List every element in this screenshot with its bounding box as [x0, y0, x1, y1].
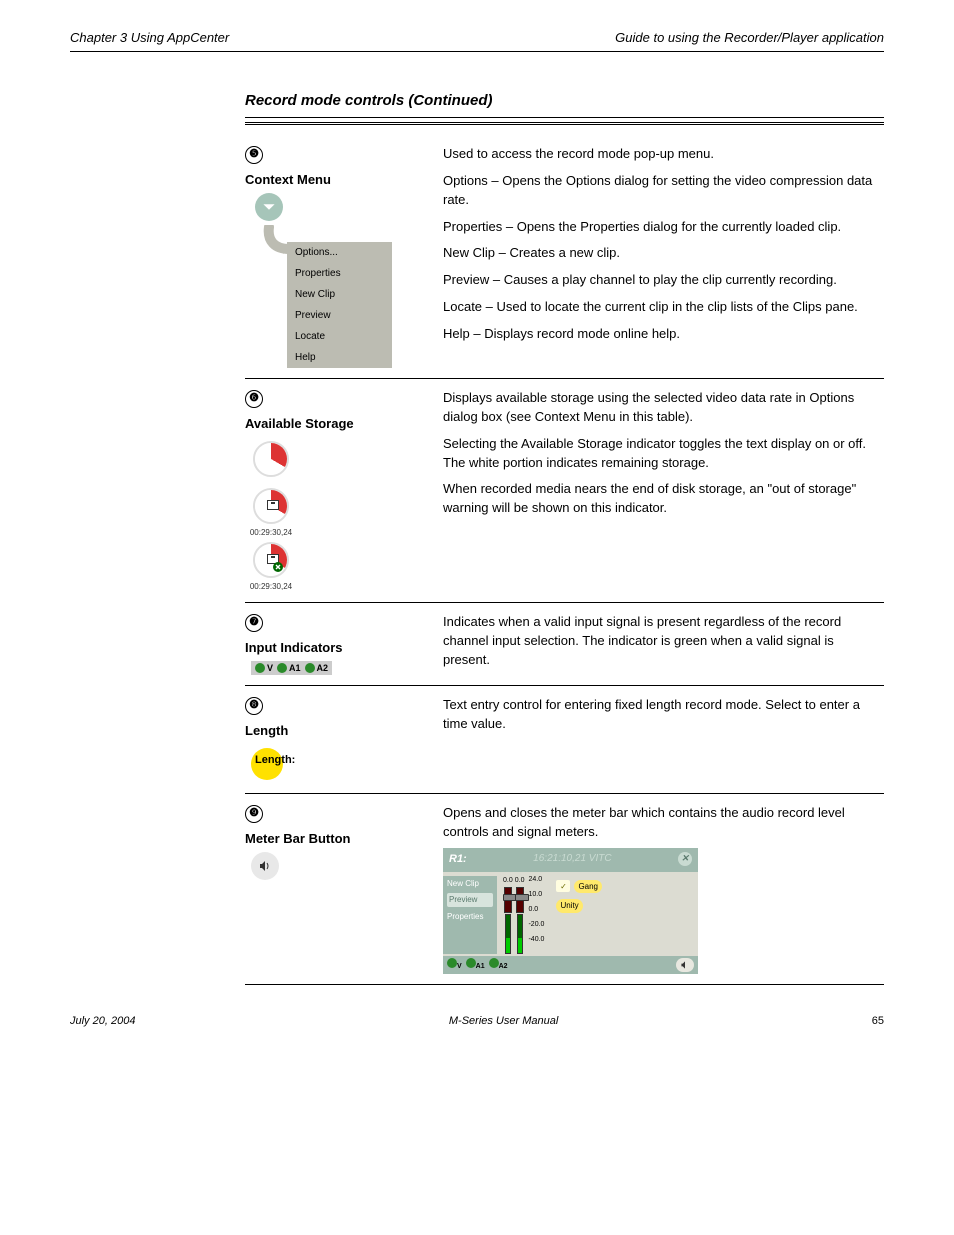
- guide-title: Guide to using the Recorder/Player appli…: [615, 30, 884, 45]
- control-name-meter-bar: Meter Bar Button: [245, 831, 425, 846]
- row-available-storage: ❻ Available Storage 00:29:30,24 00:29:30…: [245, 379, 884, 603]
- index-6: ❻: [245, 390, 263, 408]
- panel-new-clip[interactable]: New Clip: [447, 878, 493, 890]
- status-dot-icon: [305, 663, 315, 673]
- meter-value: 0.0: [503, 876, 513, 886]
- desc-text: When recorded media nears the end of dis…: [443, 480, 884, 518]
- panel-timecode: 16:21:10,21 VITC: [533, 852, 611, 868]
- status-dot-icon: [466, 958, 476, 968]
- desc-text: Properties – Opens the Properties dialog…: [443, 218, 884, 237]
- status-dot-icon: [255, 663, 265, 673]
- footer-date: July 20, 2004: [70, 1015, 135, 1027]
- row-meter-bar: ❾ Meter Bar Button Opens and closes the …: [245, 794, 884, 985]
- menu-item-preview[interactable]: Preview: [287, 305, 392, 326]
- desc-text: Text entry control for entering fixed le…: [443, 696, 884, 734]
- footer-book: M-Series User Manual: [449, 1015, 558, 1027]
- desc-text: Preview – Causes a play channel to play …: [443, 271, 884, 290]
- desc-text: Opens and closes the meter bar which con…: [443, 804, 884, 842]
- index-7: ❼: [245, 614, 263, 632]
- page-footer: July 20, 2004 M-Series User Manual 65: [70, 1015, 884, 1027]
- desc-text: Options – Opens the Options dialog for s…: [443, 172, 884, 210]
- panel-title: R1:: [449, 852, 467, 868]
- disk-icon: [267, 500, 279, 510]
- panel-close-button[interactable]: ✕: [678, 852, 692, 866]
- storage-timecode: 00:29:30,24: [245, 528, 297, 537]
- row-input-indicators: ❼ Input Indicators V A1 A2 Indicates whe…: [245, 603, 884, 686]
- meter-value: 0.0: [515, 876, 525, 886]
- footer-page: 65: [872, 1015, 884, 1027]
- foot-a1[interactable]: A1: [466, 958, 485, 972]
- meter-bar-1: [505, 914, 511, 954]
- control-name-input-indicators: Input Indicators: [245, 640, 425, 655]
- control-name-available-storage: Available Storage: [245, 416, 425, 431]
- desc-text: Locate – Used to locate the current clip…: [443, 298, 884, 317]
- gang-toggle[interactable]: ✓ Gang: [556, 880, 602, 894]
- menu-item-locate[interactable]: Locate: [287, 326, 392, 347]
- audio-meters: 0.0 0.0 24.0 10.0 0.0: [497, 876, 550, 954]
- control-name-length: Length: [245, 723, 425, 738]
- panel-speaker-button[interactable]: [676, 958, 694, 972]
- status-dot-icon: [277, 663, 287, 673]
- warning-x-icon: [273, 562, 283, 572]
- desc-text: Displays available storage using the sel…: [443, 389, 884, 427]
- arrow-icon: [255, 225, 295, 255]
- menu-item-new-clip[interactable]: New Clip: [287, 284, 392, 305]
- input-indicator-group: V A1 A2: [251, 661, 332, 675]
- desc-text: New Clip – Creates a new clip.: [443, 244, 884, 263]
- chapter-title: Chapter 3 Using AppCenter: [70, 30, 229, 45]
- foot-a2[interactable]: A2: [489, 958, 508, 972]
- fader-1[interactable]: [504, 887, 512, 913]
- section-title: Record mode controls (Continued): [245, 92, 884, 118]
- input-v[interactable]: V: [255, 663, 273, 673]
- input-a2[interactable]: A2: [305, 663, 329, 673]
- index-8: ❽: [245, 697, 263, 715]
- control-name-context-menu: Context Menu: [245, 172, 425, 187]
- length-label[interactable]: Length:: [255, 754, 295, 766]
- check-icon: ✓: [556, 880, 570, 892]
- desc-text: Help – Displays record mode online help.: [443, 325, 884, 344]
- menu-item-properties[interactable]: Properties: [287, 263, 392, 284]
- panel-preview[interactable]: Preview: [447, 893, 493, 907]
- storage-timecode: 00:29:30,24: [245, 582, 297, 591]
- menu-item-help[interactable]: Help: [287, 347, 392, 368]
- context-menu: Options... Properties New Clip Preview L…: [287, 242, 392, 368]
- meter-bar-button[interactable]: [251, 852, 279, 880]
- speaker-icon: [258, 859, 272, 873]
- meter-scale: 24.0 10.0 0.0 -20.0 -40.0: [526, 876, 544, 944]
- status-dot-icon: [447, 958, 457, 968]
- row-context-menu: ❺ Context Menu Options... Properties New…: [245, 135, 884, 379]
- storage-pie-warning-icon[interactable]: [253, 542, 289, 578]
- fader-2[interactable]: [516, 887, 524, 913]
- menu-item-options[interactable]: Options...: [287, 242, 392, 263]
- speaker-icon: [680, 960, 690, 970]
- context-menu-button[interactable]: [255, 193, 283, 221]
- status-dot-icon: [489, 958, 499, 968]
- desc-text: Selecting the Available Storage indicato…: [443, 435, 884, 473]
- meter-bar-panel: R1: 16:21:10,21 VITC ✕ New Clip Preview …: [443, 848, 698, 974]
- storage-pie-disk-icon[interactable]: [253, 488, 289, 524]
- desc-text: Used to access the record mode pop-up me…: [443, 145, 884, 164]
- input-a1[interactable]: A1: [277, 663, 301, 673]
- chevron-down-icon: [262, 200, 276, 214]
- meter-bar-2: [517, 914, 523, 954]
- double-rule: [245, 122, 884, 125]
- foot-v[interactable]: V: [447, 958, 462, 972]
- row-length: ❽ Length Length: Text entry control for …: [245, 686, 884, 794]
- index-9: ❾: [245, 805, 263, 823]
- storage-pie-icon[interactable]: [253, 441, 289, 477]
- panel-properties[interactable]: Properties: [447, 911, 493, 923]
- index-5: ❺: [245, 146, 263, 164]
- unity-button[interactable]: Unity: [556, 899, 602, 913]
- desc-text: Indicates when a valid input signal is p…: [443, 613, 884, 670]
